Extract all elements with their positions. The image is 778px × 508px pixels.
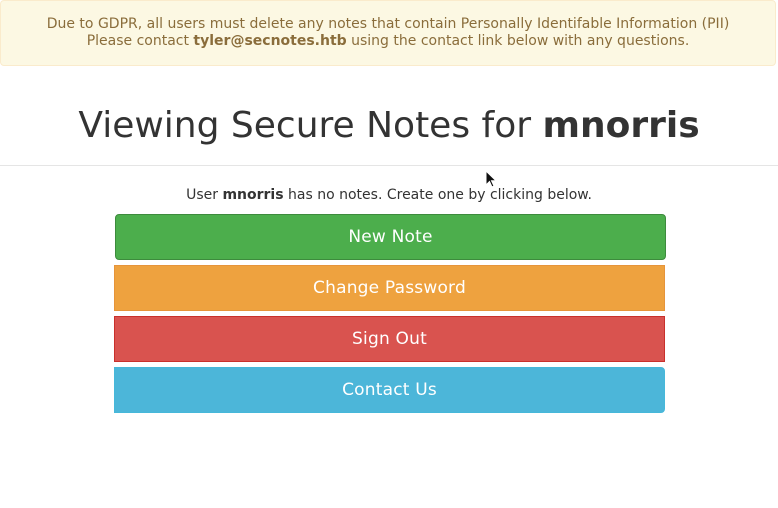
alert-line-2-prefix: Please contact <box>86 33 194 49</box>
alert-line-2-suffix: using the contact link below with any qu… <box>346 33 690 49</box>
title-prefix: Viewing Secure Notes for <box>78 105 543 146</box>
page-title: Viewing Secure Notes for mnorris <box>0 102 778 150</box>
alert-line-1: Due to GDPR, all users must delete any n… <box>46 16 730 32</box>
contact-us-button[interactable]: Contact Us <box>114 367 665 413</box>
sign-out-button[interactable]: Sign Out <box>114 316 665 362</box>
page-header: Viewing Secure Notes for mnorris <box>0 66 778 166</box>
no-notes-message: User mnorris has no notes. Create one by… <box>0 185 778 205</box>
mouse-pointer-icon <box>485 170 497 188</box>
notes-msg-prefix: User <box>186 187 223 203</box>
gdpr-alert: Due to GDPR, all users must delete any n… <box>0 0 776 66</box>
notes-msg-username: mnorris <box>222 187 284 203</box>
change-password-button[interactable]: Change Password <box>114 265 665 311</box>
contact-email: tyler@secnotes.htb <box>193 33 347 49</box>
new-note-button[interactable]: New Note <box>115 214 666 260</box>
notes-msg-suffix: has no notes. Create one by clicking bel… <box>283 187 592 203</box>
alert-line-2: Please contact tyler@secnotes.htb using … <box>1 33 775 50</box>
title-username: mnorris <box>542 105 700 146</box>
